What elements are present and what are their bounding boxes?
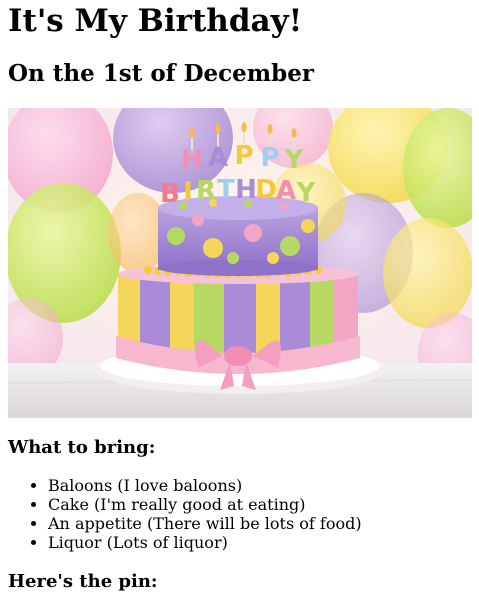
list-item: Baloons (I love baloons) [48, 476, 471, 495]
bring-heading: What to bring: [8, 437, 156, 458]
pin-heading: Here's the pin: [8, 571, 158, 592]
bring-list: Baloons (I love baloons) Cake (I'm reall… [8, 476, 471, 552]
list-item: An appetite (There will be lots of food) [48, 514, 471, 533]
cake-topper-birthday: B I R T H D A Y [160, 175, 317, 209]
svg-text:H: H [235, 175, 257, 205]
list-item: Cake (I'm really good at eating) [48, 495, 471, 514]
svg-text:T: T [217, 175, 235, 205]
svg-text:A: A [208, 143, 228, 173]
svg-text:B: B [160, 179, 180, 209]
svg-text:R: R [196, 176, 216, 206]
svg-text:A: A [276, 176, 296, 206]
birthday-cake-image: H A P P Y B I R T H D A Y [8, 108, 472, 418]
page-subtitle: On the 1st of December [8, 60, 314, 87]
list-item: Liquor (Lots of liquor) [48, 533, 471, 552]
svg-text:Y: Y [284, 145, 305, 175]
page-title: It's My Birthday! [8, 3, 303, 39]
page: It's My Birthday! On the 1st of December [0, 0, 479, 594]
svg-text:P: P [234, 141, 253, 171]
svg-text:D: D [255, 175, 277, 205]
svg-text:H: H [181, 145, 203, 175]
svg-text:P: P [260, 143, 279, 173]
svg-text:Y: Y [296, 178, 317, 208]
svg-text:I: I [183, 177, 193, 207]
